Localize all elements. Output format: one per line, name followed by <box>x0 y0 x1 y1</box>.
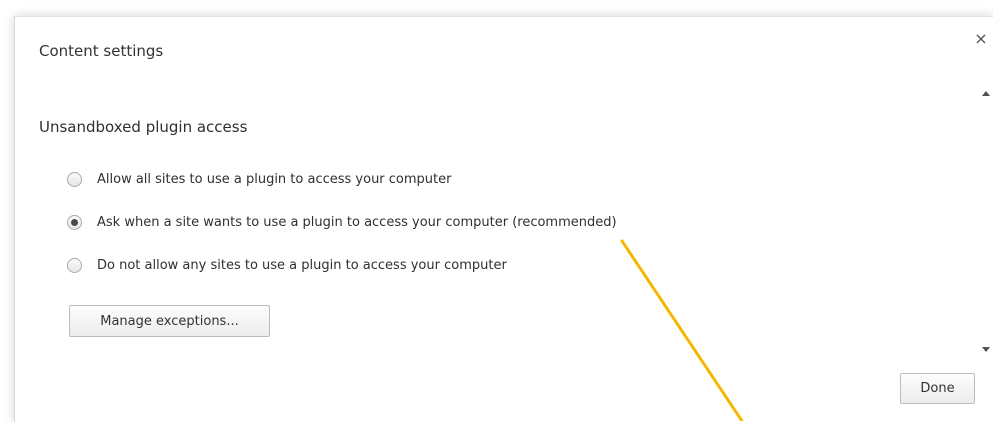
radio-label: Allow all sites to use a plugin to acces… <box>97 171 452 187</box>
radio-option-ask[interactable]: Ask when a site wants to use a plugin to… <box>67 212 617 232</box>
radio-button[interactable] <box>67 171 82 187</box>
radio-button[interactable] <box>67 257 82 273</box>
settings-content: Unsandboxed plugin access Allow all site… <box>15 83 977 359</box>
radio-button-selected[interactable] <box>67 214 82 230</box>
done-button[interactable]: Done <box>900 373 975 404</box>
content-settings-dialog: Content settings × Unsandboxed plugin ac… <box>14 16 993 422</box>
vertical-scrollbar[interactable] <box>977 83 993 359</box>
radio-label: Ask when a site wants to use a plugin to… <box>97 214 617 230</box>
radio-option-block-all[interactable]: Do not allow any sites to use a plugin t… <box>67 255 507 275</box>
radio-label: Do not allow any sites to use a plugin t… <box>97 257 507 273</box>
scroll-down-arrow-icon[interactable] <box>982 347 990 352</box>
dialog-title: Content settings <box>39 42 164 60</box>
radio-option-allow-all[interactable]: Allow all sites to use a plugin to acces… <box>67 169 452 189</box>
close-icon[interactable]: × <box>974 31 988 47</box>
section-title: Unsandboxed plugin access <box>39 118 248 136</box>
scroll-up-arrow-icon[interactable] <box>982 91 990 96</box>
manage-exceptions-button[interactable]: Manage exceptions... <box>69 305 270 337</box>
